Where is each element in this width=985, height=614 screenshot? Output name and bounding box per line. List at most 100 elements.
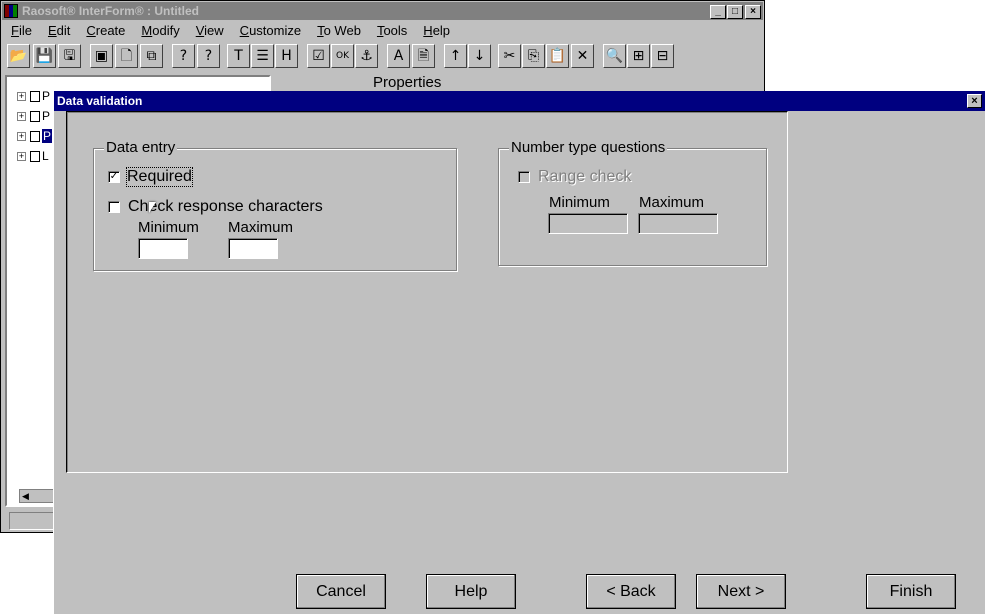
range-check-label[interactable]: Range check (538, 168, 631, 186)
menu-edit[interactable]: Edit (40, 23, 78, 38)
finish-button[interactable]: Finish (866, 574, 956, 609)
tree-item[interactable]: + P (17, 89, 50, 103)
heading-button[interactable]: H (275, 44, 298, 68)
data-entry-group: Data entry ✓ Required Check response cha… (93, 139, 457, 271)
menu-customize[interactable]: Customize (232, 23, 309, 38)
properties-button[interactable]: 🗎 (412, 44, 435, 68)
document-icon (30, 150, 40, 162)
move-down-button[interactable]: ↓ (468, 44, 491, 68)
maximum-label: Maximum (228, 219, 294, 236)
cancel-button[interactable]: Cancel (296, 574, 386, 609)
save-icon: 💾 (35, 48, 54, 64)
expand-plus-icon[interactable]: + (17, 151, 26, 161)
form-button[interactable]: ▣ (90, 44, 113, 68)
maximize-button[interactable]: □ (727, 5, 743, 19)
tree-item-label: P (42, 129, 53, 143)
move-up-icon: ↑ (449, 48, 462, 64)
menu-view[interactable]: View (188, 23, 232, 38)
font-color-icon: A (393, 48, 404, 64)
minimum-chars-input[interactable] (138, 238, 188, 259)
new-page-icon: 🗋 (120, 48, 133, 64)
required-label[interactable]: Required (126, 167, 193, 187)
collapse-button[interactable]: ⊟ (651, 44, 674, 68)
text-button[interactable]: T (227, 44, 250, 68)
app-icon (4, 4, 18, 18)
paste-button[interactable]: 📋 (546, 44, 569, 68)
checkbox-control-button[interactable]: ☑ (307, 44, 330, 68)
tree-item[interactable]: + P (17, 109, 50, 123)
mouse-cursor-icon (149, 202, 156, 213)
number-minimum-input (548, 213, 628, 234)
menu-create[interactable]: Create (78, 23, 133, 38)
zoom-icon: 🔍 (605, 48, 624, 64)
expand-plus-icon[interactable]: + (17, 111, 26, 121)
tree-item[interactable]: + P (17, 129, 53, 143)
close-button[interactable]: × (745, 5, 761, 19)
font-color-button[interactable]: A (387, 44, 410, 68)
paste-icon: 📋 (548, 48, 567, 64)
scroll-left-icon[interactable]: ◀ (22, 491, 29, 501)
range-check-checkbox[interactable] (518, 171, 530, 183)
menu-modify[interactable]: Modify (133, 23, 187, 38)
properties-icon: 🗎 (417, 48, 430, 64)
open-button[interactable]: 📂 (7, 44, 30, 68)
dialog-close-button[interactable]: × (967, 94, 982, 108)
move-down-icon: ↓ (473, 48, 486, 64)
tree-item-label: P (42, 109, 51, 123)
zoom-button[interactable]: 🔍 (603, 44, 626, 68)
copy-button[interactable]: ⎘ (522, 44, 545, 68)
document-icon (30, 130, 40, 142)
heading-icon: H (281, 48, 292, 64)
maximum-chars-input[interactable] (228, 238, 278, 259)
question-multi-button[interactable]: ? (197, 44, 220, 68)
tree-item[interactable]: + L (17, 149, 49, 163)
expand-plus-icon[interactable]: + (17, 91, 26, 101)
cut-button[interactable]: ✂ (498, 44, 521, 68)
delete-button[interactable]: ✕ (571, 44, 594, 68)
number-maximum-label: Maximum (639, 194, 705, 211)
save-as-icon: 🖫 (63, 48, 76, 64)
data-validation-dialog: Data validation × Data entry ✓ Required … (53, 91, 985, 614)
expand-button[interactable]: ⊞ (627, 44, 650, 68)
save-as-button[interactable]: 🖫 (58, 44, 81, 68)
data-entry-legend: Data entry (104, 139, 178, 156)
anchor-icon: ⚓ (360, 48, 373, 64)
number-maximum-input (638, 213, 718, 234)
anchor-button[interactable]: ⚓ (355, 44, 378, 68)
list-button[interactable]: ☰ (251, 44, 274, 68)
ok-button-button[interactable]: OK (331, 44, 354, 68)
save-button[interactable]: 💾 (33, 44, 56, 68)
cut-icon: ✂ (503, 48, 516, 64)
back-button[interactable]: < Back (586, 574, 676, 609)
number-type-legend: Number type questions (509, 139, 668, 156)
toolbar: 📂 💾 🖫 ▣ 🗋 ⧉?? T ☰ H ☑ OK ⚓ A 🗎 ↑ ↓ ✂ ⎘ 📋 ✕ 🔍 ⊞ ⊟ (7, 44, 762, 70)
menu-to-web[interactable]: To Web (309, 23, 369, 38)
menu-help[interactable]: Help (415, 23, 458, 38)
collapse-icon: ⊟ (656, 48, 669, 64)
copy-page-icon: ⧉ (146, 48, 157, 64)
open-icon: 📂 (9, 48, 28, 64)
check-response-characters-label[interactable]: Check response characters (128, 198, 323, 216)
dialog-title-text: Data validation (57, 94, 143, 108)
new-page-button[interactable]: 🗋 (115, 44, 138, 68)
menu-tools[interactable]: Tools (369, 23, 415, 38)
check-response-characters-checkbox[interactable] (108, 201, 120, 213)
minimize-button[interactable]: _ (710, 5, 726, 19)
question-button[interactable]: ? (172, 44, 195, 68)
expand-icon: ⊞ (632, 48, 645, 64)
menu-file[interactable]: File (3, 23, 40, 38)
next-button[interactable]: Next > (696, 574, 786, 609)
move-up-button[interactable]: ↑ (444, 44, 467, 68)
help-button[interactable]: Help (426, 574, 516, 609)
copy-page-button[interactable]: ⧉ (140, 44, 163, 68)
expand-plus-icon[interactable]: + (17, 131, 26, 141)
delete-icon: ✕ (576, 48, 589, 64)
dialog-title: Data validation × (54, 91, 985, 111)
app-title: Raosoft® InterForm® : Untitled (22, 4, 200, 18)
document-icon (30, 110, 40, 122)
text-icon: T (234, 48, 243, 64)
ok-button-icon: OK (336, 51, 349, 61)
number-type-group: Number type questions Range check Minimu… (498, 139, 767, 266)
document-icon (30, 90, 40, 102)
required-checkbox[interactable]: ✓ (108, 171, 120, 183)
